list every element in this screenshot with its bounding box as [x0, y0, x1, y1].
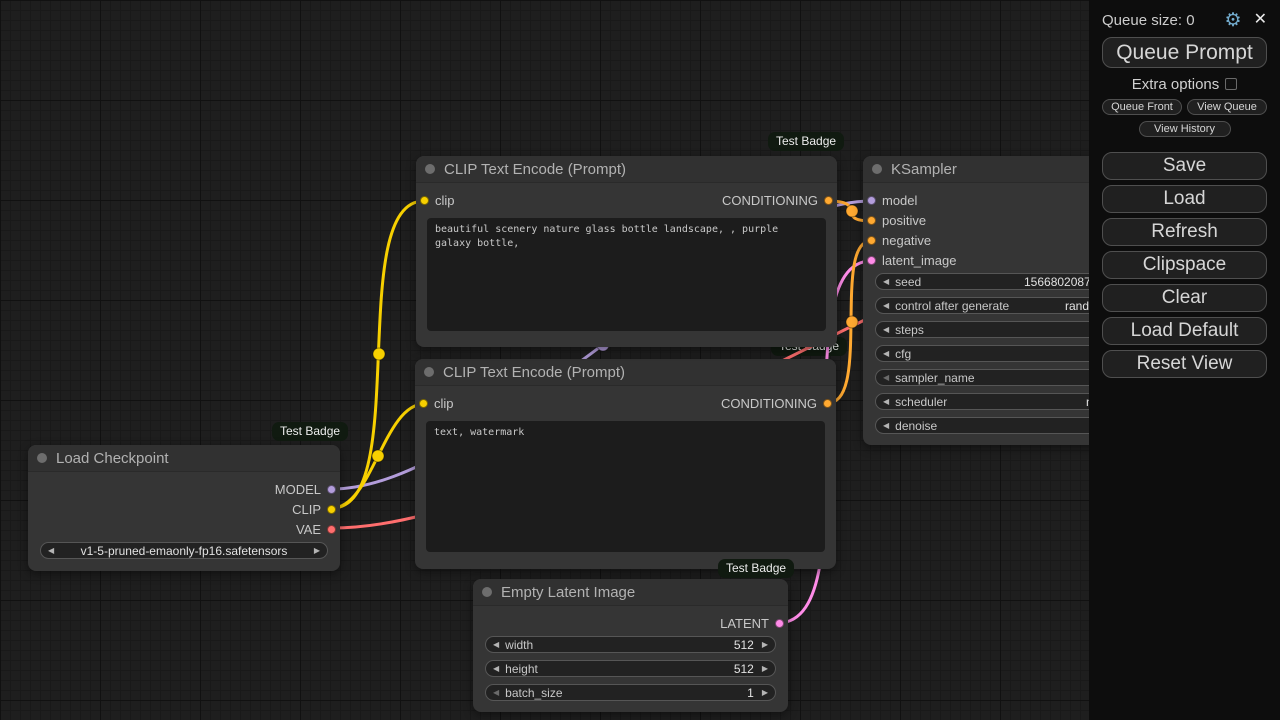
node-badge: Test Badge [718, 559, 795, 578]
queue-front-button[interactable]: Queue Front [1102, 99, 1182, 115]
badge-layer-top: Test Badge [0, 0, 1280, 720]
comfy-menu: Queue size: 0 ⚙ ✕ Queue Prompt Extra opt… [1089, 0, 1280, 720]
save-button[interactable]: Save [1102, 152, 1267, 180]
queue-prompt-button[interactable]: Queue Prompt [1102, 37, 1267, 68]
clipspace-button[interactable]: Clipspace [1102, 251, 1267, 279]
close-icon[interactable]: ✕ [1254, 12, 1267, 28]
extra-options-label: Extra options [1131, 75, 1220, 93]
reset-view-button[interactable]: Reset View [1102, 350, 1267, 378]
clear-button[interactable]: Clear [1102, 284, 1267, 312]
load-button[interactable]: Load [1102, 185, 1267, 213]
extra-options-checkbox[interactable] [1225, 78, 1238, 90]
refresh-button[interactable]: Refresh [1102, 218, 1267, 246]
view-queue-button[interactable]: View Queue [1187, 99, 1267, 115]
view-history-button[interactable]: View History [1138, 121, 1231, 137]
node-graph-canvas[interactable]: Test Badge Test Badge Test Badge CLIP Te… [0, 0, 1280, 720]
settings-gear-icon[interactable]: ⚙ [1225, 11, 1242, 30]
menu-actions: Save Load Refresh Clipspace Clear Load Defaul… [1102, 152, 1267, 378]
queue-size-label: Queue size: 0 [1102, 11, 1195, 29]
load-default-button[interactable]: Load Default [1102, 317, 1267, 345]
